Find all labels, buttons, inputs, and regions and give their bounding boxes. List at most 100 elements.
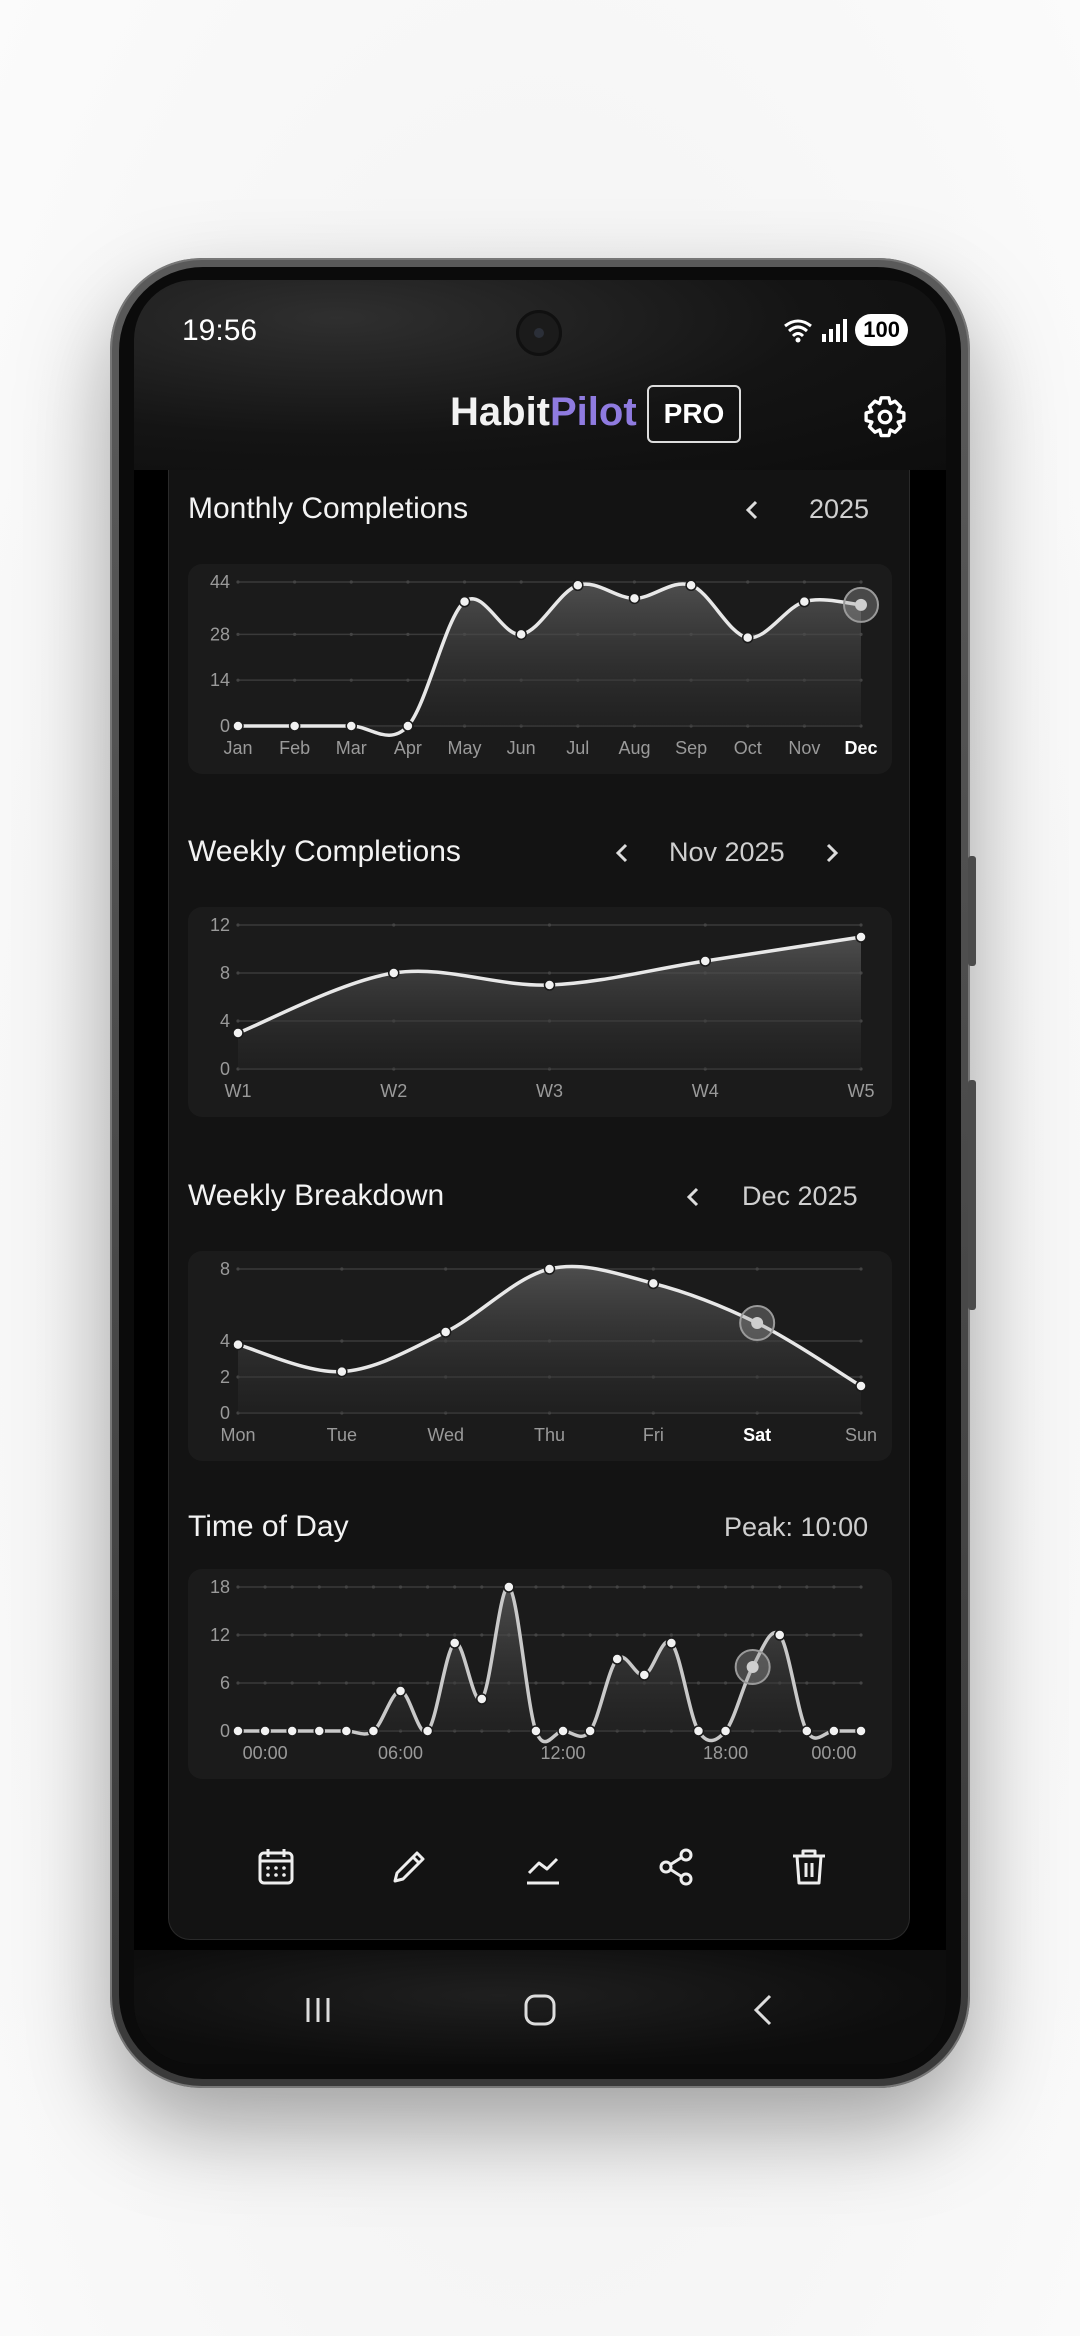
grid-dot bbox=[696, 1681, 701, 1685]
grid-dot bbox=[480, 1585, 484, 1589]
share-icon[interactable] bbox=[652, 1843, 700, 1891]
grid-dot bbox=[669, 1585, 673, 1589]
grid-dot bbox=[723, 1633, 728, 1637]
back-icon[interactable] bbox=[744, 1990, 784, 2030]
data-point bbox=[699, 955, 711, 967]
y-tick-label: 0 bbox=[220, 1059, 230, 1079]
y-tick-label: 12 bbox=[210, 1625, 230, 1645]
data-point bbox=[232, 1027, 244, 1039]
x-tick-label: Dec bbox=[844, 738, 877, 758]
timeofday-title: Time of Day bbox=[188, 1510, 349, 1543]
grid-dot bbox=[859, 1585, 863, 1589]
status-time: 19:56 bbox=[182, 314, 258, 347]
grid-dot bbox=[293, 632, 297, 636]
grid-dot bbox=[859, 923, 863, 927]
grid-dot bbox=[371, 1681, 376, 1685]
grid-dot bbox=[723, 1585, 728, 1589]
grid-dot bbox=[462, 580, 467, 584]
grid-dot bbox=[453, 1585, 457, 1589]
grid-dot bbox=[805, 1585, 809, 1589]
x-tick-label: Sep bbox=[675, 738, 707, 758]
x-tick-label: 18:00 bbox=[703, 1743, 748, 1763]
breakdown-period: Dec 2025 bbox=[742, 1181, 858, 1211]
data-point bbox=[448, 1637, 461, 1649]
data-point bbox=[773, 1629, 786, 1641]
y-tick-label: 8 bbox=[220, 963, 230, 983]
highlight-point bbox=[746, 1661, 759, 1673]
x-tick-label: Mon bbox=[220, 1425, 255, 1445]
grid-dot bbox=[751, 1585, 755, 1589]
data-point bbox=[345, 720, 358, 732]
data-point bbox=[798, 595, 811, 608]
edit-icon[interactable] bbox=[385, 1843, 433, 1891]
grid-dot bbox=[444, 1267, 448, 1271]
monthly-chart: 0 14 28 44 Jan Feb Mar Apr May Jun Jul Aug Sep Oct Nov… bbox=[210, 572, 879, 758]
grid-dot bbox=[290, 1633, 294, 1637]
weekly-title: Weekly Completions bbox=[188, 835, 461, 868]
grid-dot bbox=[406, 632, 410, 636]
grid-dot bbox=[290, 1681, 294, 1685]
data-point bbox=[286, 1725, 298, 1737]
x-tick-label: Tue bbox=[327, 1425, 357, 1445]
data-point bbox=[336, 1365, 348, 1378]
grid-dot bbox=[236, 971, 240, 975]
grid-dot bbox=[406, 580, 410, 584]
chart-icon[interactable] bbox=[519, 1843, 567, 1891]
timeofday-chart: 0 6 12 18 00:00 06:00 12:00 18:00 00:00 bbox=[210, 1577, 867, 1763]
data-point bbox=[402, 720, 414, 732]
grid-dot bbox=[263, 1585, 267, 1589]
grid-dot bbox=[669, 1633, 673, 1637]
monthly-period: 2025 bbox=[809, 494, 870, 524]
area-fill bbox=[238, 583, 861, 736]
grid-dot bbox=[642, 1585, 646, 1589]
peak-label: Peak: 10:00 bbox=[724, 1512, 869, 1542]
grid-dot bbox=[751, 1633, 755, 1637]
grid-dot bbox=[534, 1681, 538, 1685]
x-tick-label: Mar bbox=[336, 738, 367, 758]
y-tick-label: 2 bbox=[220, 1367, 230, 1387]
grid-dot bbox=[561, 1633, 565, 1637]
pro-badge[interactable]: PRO bbox=[647, 385, 741, 443]
wifi-icon bbox=[784, 319, 813, 343]
grid-dot bbox=[480, 1681, 484, 1685]
stats-content[interactable]: Monthly Completions 2025 0 14 28 44 Jan Feb Ma… bbox=[168, 470, 910, 1940]
grid-dot bbox=[696, 1585, 701, 1589]
chevron-left-icon[interactable] bbox=[609, 839, 637, 867]
chevron-left-icon[interactable] bbox=[680, 1183, 708, 1211]
delete-icon[interactable] bbox=[785, 1843, 833, 1891]
status-icons: 100 bbox=[783, 314, 908, 346]
chevron-right-icon[interactable] bbox=[817, 839, 845, 867]
grid-dot bbox=[805, 1681, 809, 1685]
data-point bbox=[692, 1725, 705, 1737]
grid-dot bbox=[392, 923, 396, 927]
y-tick-label: 18 bbox=[210, 1577, 230, 1597]
calendar-icon[interactable] bbox=[252, 1843, 300, 1891]
data-point bbox=[855, 1725, 867, 1737]
grid-dot bbox=[547, 923, 552, 927]
grid-dot bbox=[453, 1633, 457, 1637]
monthly-title: Monthly Completions bbox=[188, 492, 469, 525]
grid-dot bbox=[802, 580, 806, 584]
y-tick-label: 44 bbox=[210, 572, 230, 592]
chevron-left-icon[interactable] bbox=[739, 496, 767, 524]
data-point bbox=[638, 1669, 651, 1681]
bottom-toolbar bbox=[169, 1843, 911, 1923]
grid-dot bbox=[778, 1585, 782, 1589]
x-tick-label: Fri bbox=[643, 1425, 664, 1445]
grid-dot bbox=[349, 632, 353, 636]
x-tick-label: W1 bbox=[225, 1081, 252, 1101]
data-point bbox=[515, 628, 527, 641]
grid-dot bbox=[263, 1633, 267, 1637]
battery-indicator: 100 bbox=[855, 314, 908, 346]
x-tick-label: W3 bbox=[536, 1081, 563, 1101]
grid-dot bbox=[534, 1633, 538, 1637]
weekly-period: Nov 2025 bbox=[669, 837, 785, 867]
settings-gear-icon[interactable] bbox=[862, 394, 908, 440]
grid-dot bbox=[832, 1585, 836, 1589]
highlight-point bbox=[855, 598, 867, 611]
recent-apps-icon[interactable] bbox=[298, 1990, 338, 2030]
monthly-chart-card: 0 14 28 44 Jan Feb Mar Apr May Jun Jul Aug Sep Oct Nov… bbox=[188, 564, 892, 774]
area-fill bbox=[238, 1266, 861, 1413]
data-point bbox=[439, 1326, 452, 1338]
home-icon[interactable] bbox=[520, 1990, 560, 2030]
